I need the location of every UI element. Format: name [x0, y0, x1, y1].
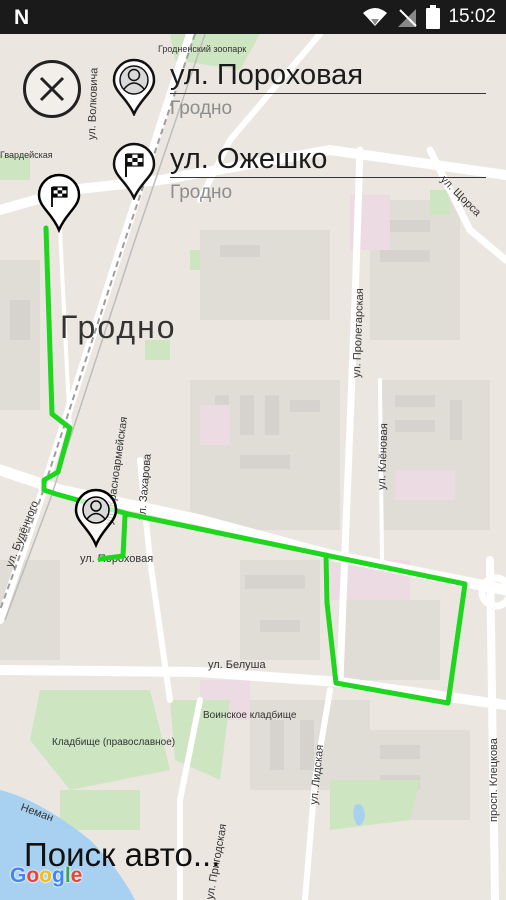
street-label: ул. Клёновая	[376, 423, 390, 490]
status-icons: 15:02	[362, 5, 496, 29]
signal-icon	[398, 9, 418, 27]
from-city: Гродно	[170, 98, 233, 119]
from-address[interactable]: ул. Пороховая Гродно	[170, 58, 486, 120]
map-city-label: Гродно	[60, 309, 177, 345]
poi-label: Гродненский зоопарк	[158, 44, 246, 54]
street-label: просп. Клецкова	[488, 737, 500, 822]
wifi-icon	[363, 8, 388, 26]
street-label: ул. Белуша	[208, 659, 267, 671]
close-button[interactable]	[23, 60, 81, 118]
to-street[interactable]: ул. Ожешко	[170, 142, 486, 178]
from-street[interactable]: ул. Пороховая	[170, 58, 486, 94]
google-logo: Google	[10, 864, 83, 887]
battery-icon	[426, 5, 441, 29]
app-logo: N	[14, 6, 30, 29]
clock: 15:02	[448, 6, 496, 27]
to-city: Гродно	[170, 182, 233, 203]
poi-label: Кладбище (православное)	[52, 736, 175, 748]
finish-flag-pin-icon	[112, 142, 156, 200]
to-address[interactable]: ул. Ожешко Гродно	[170, 142, 486, 204]
street-label: ул. Волковича	[86, 67, 101, 141]
status-bar: N 15:02	[0, 0, 506, 34]
poi-label: Гвардейская	[0, 150, 53, 160]
poi-label: Воинское кладбище	[203, 709, 297, 721]
close-icon	[39, 76, 65, 102]
user-pin-icon	[112, 58, 156, 116]
